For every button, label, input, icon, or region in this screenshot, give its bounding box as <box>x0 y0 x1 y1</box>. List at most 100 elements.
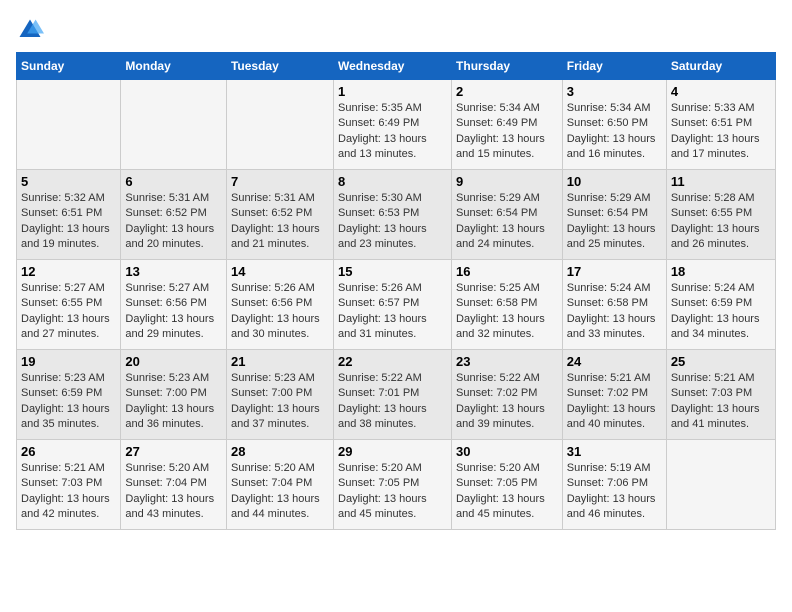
calendar-cell: 24 Sunrise: 5:21 AMSunset: 7:02 PMDayligh… <box>562 350 666 440</box>
day-number: 13 <box>125 264 222 279</box>
day-info: Sunrise: 5:29 AMSunset: 6:54 PMDaylight:… <box>567 191 662 253</box>
day-info: Sunrise: 5:25 AMSunset: 6:58 PMDaylight:… <box>456 281 558 343</box>
calendar-cell: 5 Sunrise: 5:32 AMSunset: 6:51 PMDaylight… <box>17 170 121 260</box>
day-number: 5 <box>21 174 116 189</box>
day-info: Sunrise: 5:19 AMSunset: 7:06 PMDaylight:… <box>567 461 662 523</box>
day-info: Sunrise: 5:21 AMSunset: 7:03 PMDaylight:… <box>21 461 116 523</box>
calendar-cell: 26Sunrise: 5:21 AMSunset: 7:03 PMDayligh… <box>17 440 121 530</box>
day-header-friday: Friday <box>562 53 666 80</box>
day-info: Sunrise: 5:34 AMSunset: 6:50 PMDaylight:… <box>567 101 662 163</box>
calendar-cell: 17 Sunrise: 5:24 AMSunset: 6:58 PMDayligh… <box>562 260 666 350</box>
day-header-wednesday: Wednesday <box>334 53 452 80</box>
day-number: 25 <box>671 354 771 369</box>
calendar-cell: 1 Sunrise: 5:35 AMSunset: 6:49 PMDaylight… <box>334 80 452 170</box>
day-number: 29 <box>338 444 447 459</box>
calendar-cell: 16 Sunrise: 5:25 AMSunset: 6:58 PMDayligh… <box>452 260 563 350</box>
calendar-cell: 20 Sunrise: 5:23 AMSunset: 7:00 PMDayligh… <box>121 350 227 440</box>
day-info: Sunrise: 5:31 AMSunset: 6:52 PMDaylight:… <box>231 191 329 253</box>
calendar-cell: 10 Sunrise: 5:29 AMSunset: 6:54 PMDayligh… <box>562 170 666 260</box>
logo-icon <box>16 16 44 44</box>
calendar-cell: 21 Sunrise: 5:23 AMSunset: 7:00 PMDayligh… <box>226 350 333 440</box>
calendar-header-row: SundayMondayTuesdayWednesdayThursdayFrid… <box>17 53 776 80</box>
calendar-week-row: 1 Sunrise: 5:35 AMSunset: 6:49 PMDaylight… <box>17 80 776 170</box>
day-number: 18 <box>671 264 771 279</box>
calendar-cell: 29 Sunrise: 5:20 AMSunset: 7:05 PMDayligh… <box>334 440 452 530</box>
calendar-cell: 8 Sunrise: 5:30 AMSunset: 6:53 PMDaylight… <box>334 170 452 260</box>
calendar-cell: 13 Sunrise: 5:27 AMSunset: 6:56 PMDayligh… <box>121 260 227 350</box>
calendar-cell <box>17 80 121 170</box>
calendar-cell: 25 Sunrise: 5:21 AMSunset: 7:03 PMDayligh… <box>666 350 775 440</box>
day-number: 4 <box>671 84 771 99</box>
day-number: 28 <box>231 444 329 459</box>
calendar-cell: 4Sunrise: 5:33 AMSunset: 6:51 PMDaylight… <box>666 80 775 170</box>
day-number: 19 <box>21 354 116 369</box>
day-info: Sunrise: 5:35 AMSunset: 6:49 PMDaylight:… <box>338 101 447 163</box>
day-info: Sunrise: 5:24 AMSunset: 6:59 PMDaylight:… <box>671 281 771 343</box>
calendar-table: SundayMondayTuesdayWednesdayThursdayFrid… <box>16 52 776 530</box>
day-info: Sunrise: 5:32 AMSunset: 6:51 PMDaylight:… <box>21 191 116 253</box>
day-info: Sunrise: 5:29 AMSunset: 6:54 PMDaylight:… <box>456 191 558 253</box>
calendar-cell: 15Sunrise: 5:26 AMSunset: 6:57 PMDayligh… <box>334 260 452 350</box>
day-number: 8 <box>338 174 447 189</box>
day-header-monday: Monday <box>121 53 227 80</box>
day-header-tuesday: Tuesday <box>226 53 333 80</box>
day-number: 11 <box>671 174 771 189</box>
day-info: Sunrise: 5:28 AMSunset: 6:55 PMDaylight:… <box>671 191 771 253</box>
day-header-sunday: Sunday <box>17 53 121 80</box>
calendar-cell: 22 Sunrise: 5:22 AMSunset: 7:01 PMDayligh… <box>334 350 452 440</box>
page-header <box>16 16 776 44</box>
calendar-cell: 12 Sunrise: 5:27 AMSunset: 6:55 PMDayligh… <box>17 260 121 350</box>
day-number: 14 <box>231 264 329 279</box>
calendar-week-row: 12 Sunrise: 5:27 AMSunset: 6:55 PMDayligh… <box>17 260 776 350</box>
calendar-cell <box>226 80 333 170</box>
day-number: 3 <box>567 84 662 99</box>
day-number: 1 <box>338 84 447 99</box>
day-number: 12 <box>21 264 116 279</box>
calendar-cell <box>666 440 775 530</box>
day-number: 24 <box>567 354 662 369</box>
day-number: 16 <box>456 264 558 279</box>
calendar-cell: 30Sunrise: 5:20 AMSunset: 7:05 PMDayligh… <box>452 440 563 530</box>
day-number: 31 <box>567 444 662 459</box>
calendar-cell: 2Sunrise: 5:34 AMSunset: 6:49 PMDaylight… <box>452 80 563 170</box>
day-info: Sunrise: 5:23 AMSunset: 7:00 PMDaylight:… <box>231 371 329 433</box>
day-info: Sunrise: 5:22 AMSunset: 7:01 PMDaylight:… <box>338 371 447 433</box>
day-info: Sunrise: 5:31 AMSunset: 6:52 PMDaylight:… <box>125 191 222 253</box>
calendar-cell: 31 Sunrise: 5:19 AMSunset: 7:06 PMDayligh… <box>562 440 666 530</box>
day-number: 9 <box>456 174 558 189</box>
day-header-thursday: Thursday <box>452 53 563 80</box>
day-info: Sunrise: 5:27 AMSunset: 6:55 PMDaylight:… <box>21 281 116 343</box>
day-info: Sunrise: 5:26 AMSunset: 6:57 PMDaylight:… <box>338 281 447 343</box>
day-info: Sunrise: 5:20 AMSunset: 7:05 PMDaylight:… <box>456 461 558 523</box>
day-number: 27 <box>125 444 222 459</box>
calendar-week-row: 26Sunrise: 5:21 AMSunset: 7:03 PMDayligh… <box>17 440 776 530</box>
day-info: Sunrise: 5:27 AMSunset: 6:56 PMDaylight:… <box>125 281 222 343</box>
calendar-cell: 9 Sunrise: 5:29 AMSunset: 6:54 PMDaylight… <box>452 170 563 260</box>
day-info: Sunrise: 5:20 AMSunset: 7:04 PMDaylight:… <box>231 461 329 523</box>
day-number: 17 <box>567 264 662 279</box>
day-info: Sunrise: 5:30 AMSunset: 6:53 PMDaylight:… <box>338 191 447 253</box>
calendar-cell: 7 Sunrise: 5:31 AMSunset: 6:52 PMDaylight… <box>226 170 333 260</box>
day-info: Sunrise: 5:20 AMSunset: 7:04 PMDaylight:… <box>125 461 222 523</box>
day-info: Sunrise: 5:26 AMSunset: 6:56 PMDaylight:… <box>231 281 329 343</box>
logo <box>16 16 48 44</box>
day-number: 20 <box>125 354 222 369</box>
day-number: 7 <box>231 174 329 189</box>
day-info: Sunrise: 5:24 AMSunset: 6:58 PMDaylight:… <box>567 281 662 343</box>
calendar-cell: 18 Sunrise: 5:24 AMSunset: 6:59 PMDayligh… <box>666 260 775 350</box>
day-number: 2 <box>456 84 558 99</box>
day-info: Sunrise: 5:20 AMSunset: 7:05 PMDaylight:… <box>338 461 447 523</box>
calendar-cell: 27 Sunrise: 5:20 AMSunset: 7:04 PMDayligh… <box>121 440 227 530</box>
day-number: 21 <box>231 354 329 369</box>
day-info: Sunrise: 5:21 AMSunset: 7:03 PMDaylight:… <box>671 371 771 433</box>
calendar-cell: 3 Sunrise: 5:34 AMSunset: 6:50 PMDaylight… <box>562 80 666 170</box>
calendar-cell: 11 Sunrise: 5:28 AMSunset: 6:55 PMDayligh… <box>666 170 775 260</box>
day-number: 10 <box>567 174 662 189</box>
day-number: 22 <box>338 354 447 369</box>
calendar-cell: 14 Sunrise: 5:26 AMSunset: 6:56 PMDayligh… <box>226 260 333 350</box>
calendar-cell: 6Sunrise: 5:31 AMSunset: 6:52 PMDaylight… <box>121 170 227 260</box>
day-number: 23 <box>456 354 558 369</box>
calendar-cell: 19Sunrise: 5:23 AMSunset: 6:59 PMDayligh… <box>17 350 121 440</box>
day-info: Sunrise: 5:23 AMSunset: 7:00 PMDaylight:… <box>125 371 222 433</box>
day-info: Sunrise: 5:21 AMSunset: 7:02 PMDaylight:… <box>567 371 662 433</box>
